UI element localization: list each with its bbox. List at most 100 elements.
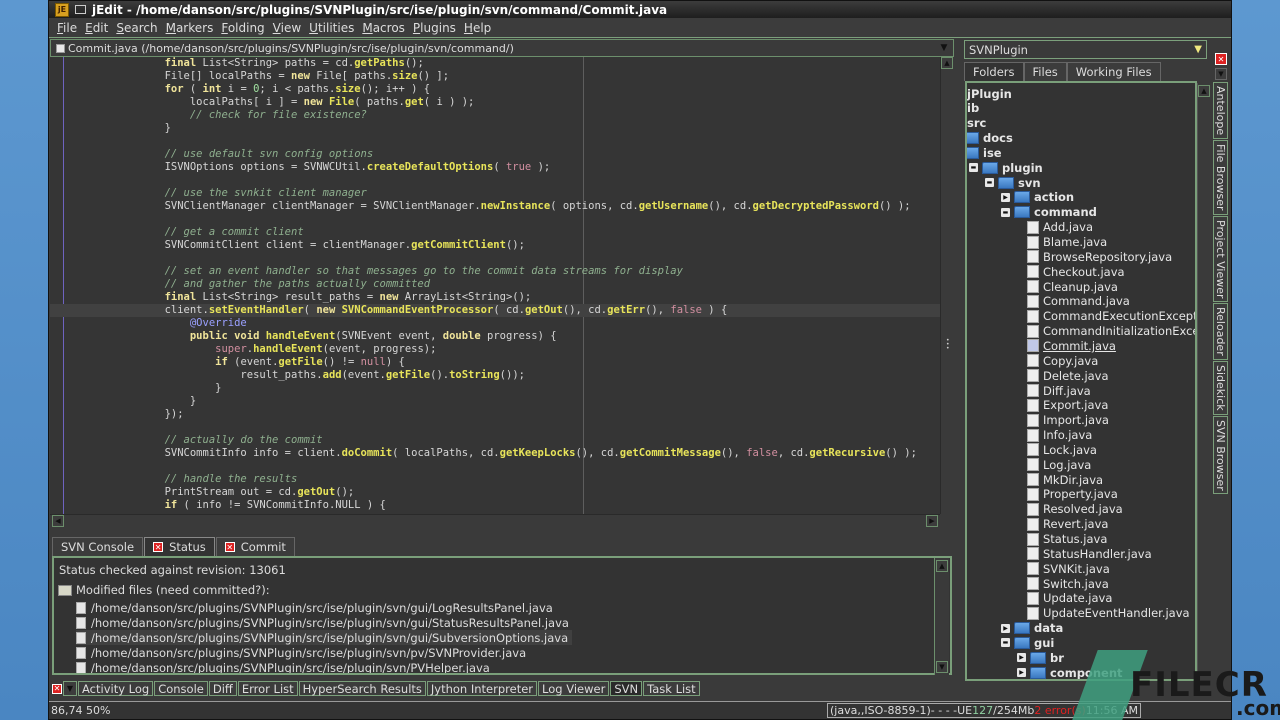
memory-total[interactable]: /254Mb xyxy=(993,704,1034,717)
dock-button-svn[interactable]: SVN xyxy=(610,681,643,696)
tree-node[interactable]: Info.java xyxy=(1027,428,1092,443)
dock-button-diff[interactable]: Diff xyxy=(208,681,237,696)
side-tab-project-viewer[interactable]: Project Viewer xyxy=(1213,215,1228,303)
modified-files-node[interactable]: Modified files (need committed?): xyxy=(58,583,270,597)
tree-node[interactable]: ib xyxy=(967,101,979,116)
tree-node[interactable]: Import.java xyxy=(1027,413,1109,428)
modified-file-item[interactable]: /home/danson/src/plugins/SVNPlugin/src/i… xyxy=(76,615,573,630)
editor-vertical-scrollbar[interactable]: ▲ xyxy=(940,57,954,514)
expand-icon[interactable]: ▶ xyxy=(1001,623,1010,633)
menu-folding[interactable]: Folding xyxy=(217,21,268,35)
tree-node[interactable]: ▬ command xyxy=(1001,205,1097,220)
tree-node[interactable]: Revert.java xyxy=(1027,517,1108,532)
tab-working-files[interactable]: Working Files xyxy=(1066,62,1161,81)
dock-button-task-list[interactable]: Task List xyxy=(643,681,700,696)
menu-macros[interactable]: Macros xyxy=(358,21,409,35)
side-tab-sidekick[interactable]: Sidekick xyxy=(1213,360,1228,415)
code-content[interactable]: final List<String> paths = cd.getPaths()… xyxy=(50,57,940,512)
window-menu-button[interactable] xyxy=(75,5,86,14)
gutter[interactable] xyxy=(50,57,64,514)
tree-node[interactable]: ise xyxy=(967,145,1002,160)
scroll-up-icon[interactable]: ▲ xyxy=(1198,85,1210,97)
expand-icon[interactable]: ▶ xyxy=(1017,653,1026,663)
buffer-switcher[interactable]: Commit.java (/home/danson/src/plugins/SV… xyxy=(50,39,954,57)
tab-files[interactable]: Files xyxy=(1023,62,1067,81)
tree-node[interactable]: StatusHandler.java xyxy=(1027,546,1152,561)
tree-node[interactable]: Checkout.java xyxy=(1027,264,1125,279)
tree-node[interactable]: Resolved.java xyxy=(1027,502,1123,517)
side-tab-file-browser[interactable]: File Browser xyxy=(1213,140,1228,215)
close-icon[interactable]: ✕ xyxy=(224,542,235,552)
expand-icon[interactable]: ▶ xyxy=(1017,668,1026,678)
tree-node[interactable]: ▬ svn xyxy=(985,175,1041,190)
tree-node[interactable]: Delete.java xyxy=(1027,368,1109,383)
tree-node[interactable]: CommandExecutionExceptio xyxy=(1027,309,1195,324)
tree-node[interactable]: jPlugin xyxy=(967,86,1012,101)
dock-button-log-viewer[interactable]: Log Viewer xyxy=(538,681,610,696)
dock-button-hypersearch-results[interactable]: HyperSearch Results xyxy=(298,681,426,696)
menu-utilities[interactable]: Utilities xyxy=(305,21,358,35)
dock-button-error-list[interactable]: Error List xyxy=(237,681,298,696)
menu-help[interactable]: Help xyxy=(460,21,495,35)
dock-button-console[interactable]: Console xyxy=(154,681,208,696)
tree-node[interactable]: Commit.java xyxy=(1027,338,1116,353)
tree-node[interactable]: ▶ br xyxy=(1017,650,1064,665)
tree-node[interactable]: Status.java xyxy=(1027,532,1107,547)
modified-file-item[interactable]: /home/danson/src/plugins/SVNPlugin/src/i… xyxy=(76,660,494,673)
tab-folders[interactable]: Folders xyxy=(964,62,1024,81)
tree-node[interactable]: UpdateEventHandler.java xyxy=(1027,606,1190,621)
splitter-handle[interactable]: • • • xyxy=(946,338,950,352)
expand-icon[interactable]: ▶ xyxy=(1001,192,1010,202)
tree-node[interactable]: CommandInitializationExcept xyxy=(1027,324,1195,339)
scroll-left-icon[interactable]: ◀ xyxy=(52,515,64,527)
modified-file-item[interactable]: /home/danson/src/plugins/SVNPlugin/src/i… xyxy=(76,645,530,660)
close-icon[interactable]: ✕ xyxy=(153,542,164,552)
tree-node[interactable]: BrowseRepository.java xyxy=(1027,249,1172,264)
modified-file-item[interactable]: /home/danson/src/plugins/SVNPlugin/src/i… xyxy=(76,630,573,645)
tree-node[interactable]: Update.java xyxy=(1027,591,1112,606)
chevron-down-icon[interactable]: ▼ xyxy=(937,41,951,55)
dock-menu-icon[interactable]: ▼ xyxy=(63,681,77,696)
tree-node[interactable]: Command.java xyxy=(1027,294,1130,309)
close-icon[interactable]: ✕ xyxy=(1215,53,1227,65)
scroll-right-icon[interactable]: ▶ xyxy=(926,515,938,527)
scroll-up-icon[interactable]: ▲ xyxy=(936,560,948,572)
menu-plugins[interactable]: Plugins xyxy=(409,21,460,35)
side-tab-antelope[interactable]: Antelope xyxy=(1213,82,1228,140)
tree-node[interactable]: Log.java xyxy=(1027,457,1091,472)
svn-status-panel[interactable]: Status checked against revision: 13061 M… xyxy=(52,556,952,675)
tree-node[interactable]: Cleanup.java xyxy=(1027,279,1118,294)
tree-node[interactable]: ▶ data xyxy=(1001,621,1063,636)
text-area[interactable]: final List<String> paths = cd.getPaths()… xyxy=(50,57,954,514)
scroll-down-icon[interactable]: ▼ xyxy=(936,661,948,673)
tree-node[interactable]: Property.java xyxy=(1027,487,1118,502)
tab-status[interactable]: ✕ Status xyxy=(144,537,215,556)
tree-node[interactable]: docs xyxy=(967,131,1013,146)
menu-search[interactable]: Search xyxy=(112,21,161,35)
tree-node[interactable]: ▬ gui xyxy=(1001,635,1054,650)
menu-edit[interactable]: Edit xyxy=(81,21,112,35)
tree-node[interactable]: Lock.java xyxy=(1027,442,1097,457)
tree-node[interactable]: ▬ plugin xyxy=(969,160,1043,175)
memory-used[interactable]: 127 xyxy=(972,704,993,717)
tree-node[interactable]: Diff.java xyxy=(1027,383,1091,398)
dock-button-jython-interpreter[interactable]: Jython Interpreter xyxy=(426,681,538,696)
caret-position[interactable]: 86,74 50% xyxy=(51,704,110,717)
tree-node[interactable]: Add.java xyxy=(1027,220,1093,235)
menu-view[interactable]: View xyxy=(269,21,305,35)
menu-markers[interactable]: Markers xyxy=(162,21,218,35)
tab-commit[interactable]: ✕ Commit xyxy=(215,537,295,556)
tree-node[interactable]: ▶ action xyxy=(1001,190,1074,205)
tree-node[interactable]: src xyxy=(967,116,986,131)
buffer-mode[interactable]: (java,,ISO-8859-1)- - - -UE xyxy=(830,704,972,717)
collapse-icon[interactable]: ▬ xyxy=(1001,207,1010,217)
close-icon[interactable]: ✕ xyxy=(52,683,62,694)
tree-node[interactable]: Export.java xyxy=(1027,398,1108,413)
project-tree[interactable]: jPlugin ib src docs ise ▬ plugin ▬ svn ▶ action ▬ co… xyxy=(965,81,1197,681)
side-tab-svn-browser[interactable]: SVN Browser xyxy=(1213,415,1228,495)
tree-node[interactable]: Switch.java xyxy=(1027,576,1109,591)
editor-horizontal-scrollbar[interactable]: ◀ ▶ xyxy=(50,514,940,527)
dock-menu-icon[interactable]: ▼ xyxy=(1215,68,1227,80)
dock-button-activity-log[interactable]: Activity Log xyxy=(78,681,154,696)
tree-scrollbar[interactable]: ▲ xyxy=(1197,83,1210,681)
